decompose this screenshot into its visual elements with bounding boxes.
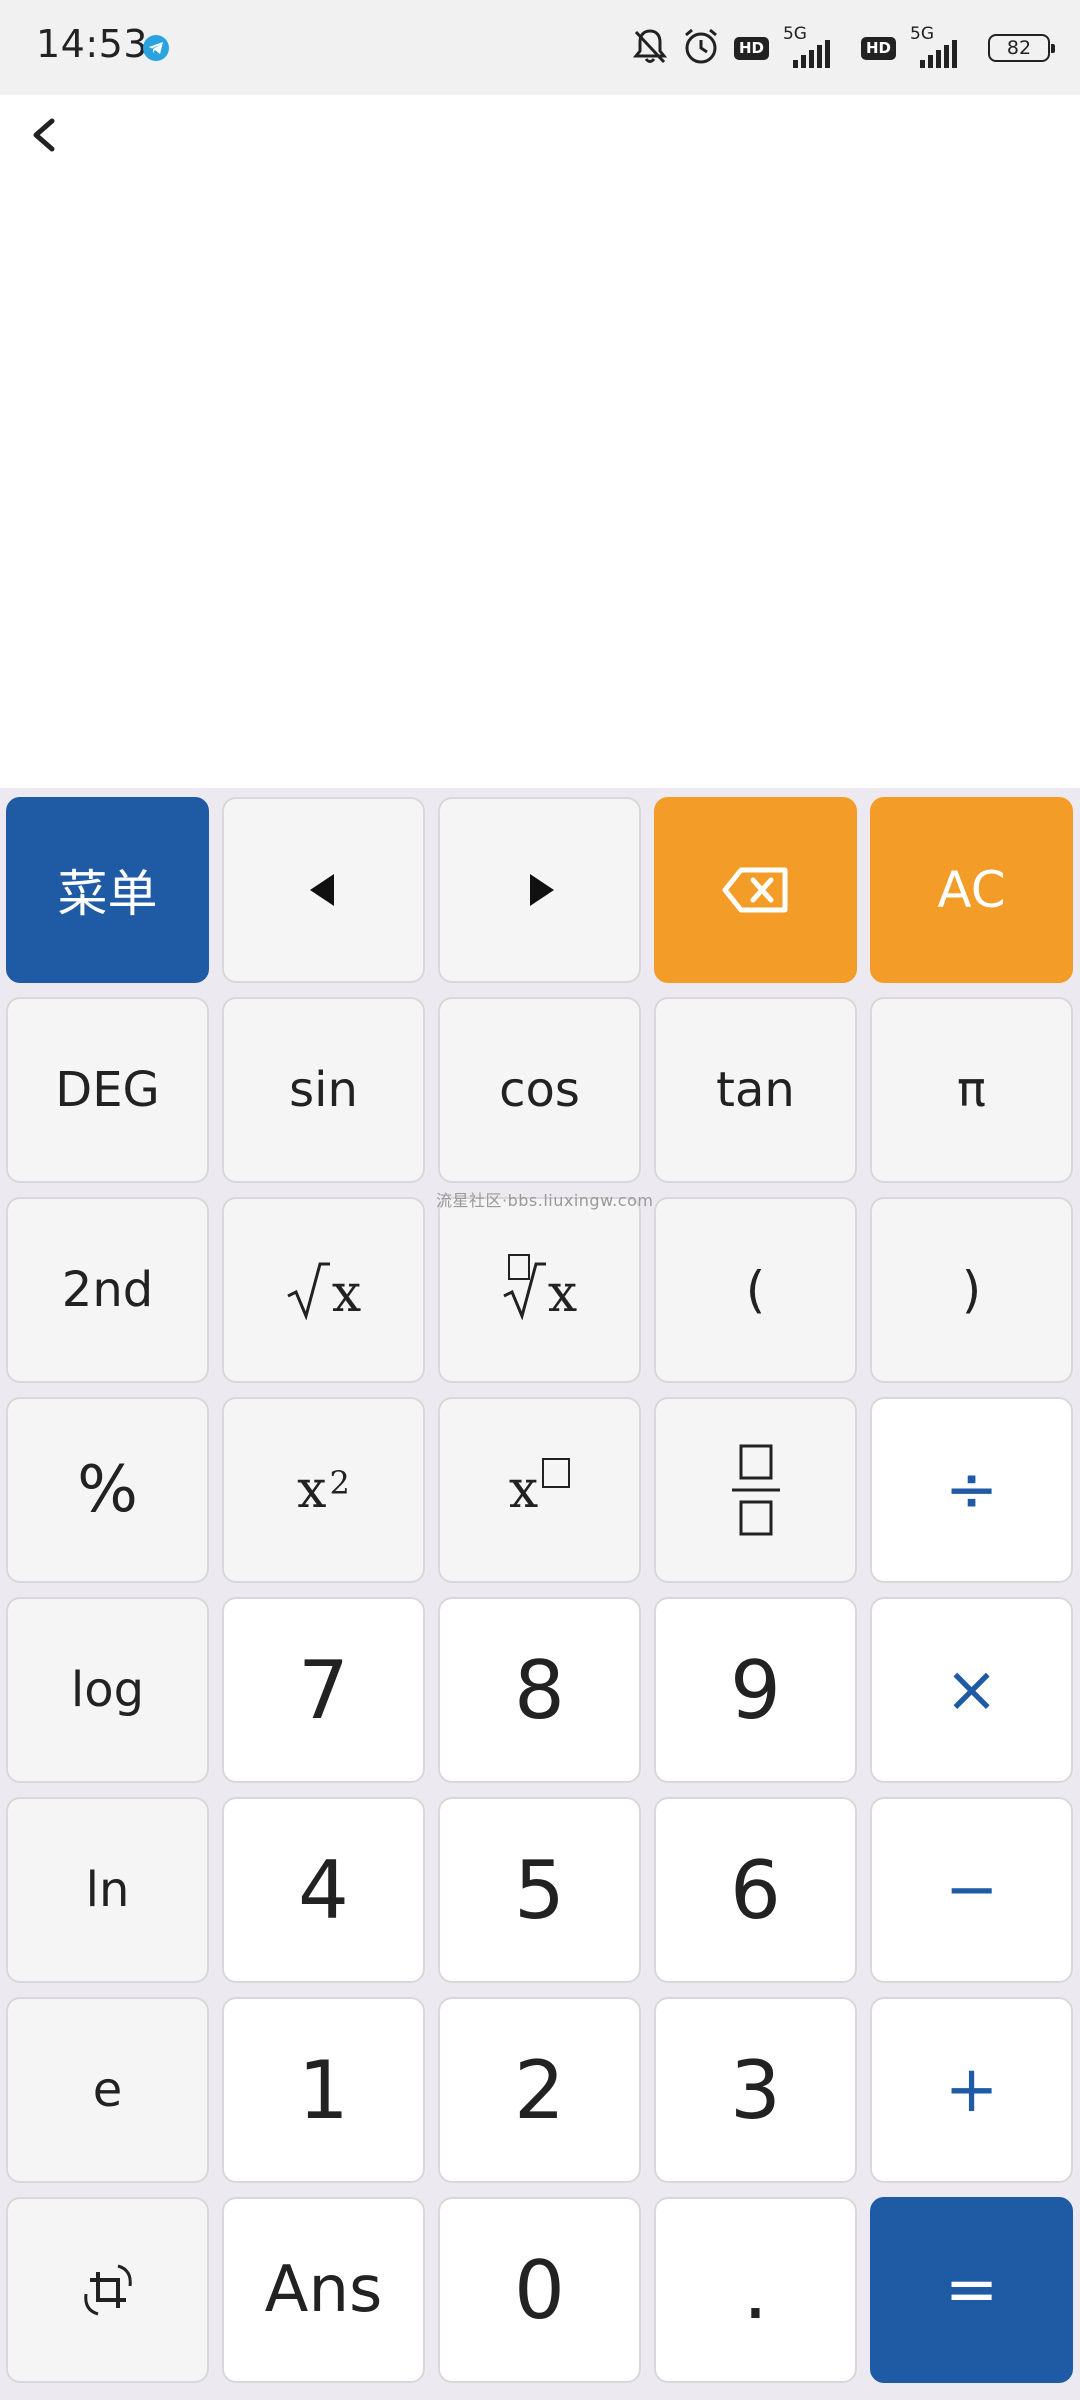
signal-5g-icon-1: 5G: [783, 24, 847, 70]
all-clear-button[interactable]: AC: [870, 797, 1073, 983]
x-power-icon: x: [509, 1458, 571, 1516]
calculator-display: [0, 95, 1080, 788]
digit-8-button[interactable]: 8: [438, 1597, 641, 1783]
cursor-right-button[interactable]: [438, 797, 641, 983]
second-label: 2nd: [61, 1262, 154, 1318]
digit-7-label: 7: [298, 1643, 349, 1737]
status-icons: HD 5G HD 5G 82: [632, 24, 1055, 70]
square-root-button[interactable]: x: [222, 1197, 425, 1383]
digit-0-label: 0: [514, 2243, 565, 2337]
plus-button[interactable]: +: [870, 1997, 1073, 2183]
minus-label: −: [944, 1853, 999, 1927]
percent-label: %: [77, 1453, 138, 1527]
nth-root-button[interactable]: x: [438, 1197, 641, 1383]
keypad: 菜单 AC DEG sin cos tan π 2nd x x () % x …: [0, 788, 1080, 2400]
euler-button[interactable]: e: [6, 1997, 209, 2183]
square-root-icon: x: [286, 1260, 361, 1320]
signal-5g-icon-2: 5G: [910, 24, 974, 70]
multiply-button[interactable]: ×: [870, 1597, 1073, 1783]
battery-level: 82: [1006, 37, 1032, 59]
back-button[interactable]: [16, 105, 72, 165]
decimal-label: .: [742, 2243, 769, 2337]
mute-bell-icon: [632, 26, 668, 70]
deg-button[interactable]: DEG: [6, 997, 209, 1183]
backspace-button[interactable]: [654, 797, 857, 983]
cursor-left-button[interactable]: [222, 797, 425, 983]
log-button[interactable]: log: [6, 1597, 209, 1783]
sin-button[interactable]: sin: [222, 997, 425, 1183]
percent-button[interactable]: %: [6, 1397, 209, 1583]
rotate-button[interactable]: [6, 2197, 209, 2383]
digit-4-button[interactable]: 4: [222, 1797, 425, 1983]
fraction-button[interactable]: [654, 1397, 857, 1583]
digit-5-label: 5: [514, 1843, 565, 1937]
digit-3-button[interactable]: 3: [654, 1997, 857, 2183]
chevron-left-icon: [33, 118, 55, 152]
tan-button[interactable]: tan: [654, 997, 857, 1183]
tan-label: tan: [716, 1062, 795, 1118]
status-bar: 14:53 HD 5G HD 5G 82: [0, 0, 1080, 95]
plus-label: +: [944, 2053, 999, 2127]
alarm-icon: [682, 26, 720, 70]
x-squared-icon: x 2: [297, 1460, 350, 1520]
digit-4-label: 4: [298, 1843, 349, 1937]
digit-7-button[interactable]: 7: [222, 1597, 425, 1783]
open-paren-button[interactable]: (: [654, 1197, 857, 1383]
ans-button[interactable]: Ans: [222, 2197, 425, 2383]
ac-label: AC: [937, 861, 1006, 919]
digit-8-label: 8: [514, 1643, 565, 1737]
cos-button[interactable]: cos: [438, 997, 641, 1183]
divide-label: ÷: [944, 1453, 999, 1527]
ln-button[interactable]: ln: [6, 1797, 209, 1983]
digit-5-button[interactable]: 5: [438, 1797, 641, 1983]
digit-3-label: 3: [730, 2043, 781, 2137]
fraction-icon: [731, 1444, 780, 1536]
digit-6-button[interactable]: 6: [654, 1797, 857, 1983]
open-paren-label: (: [745, 1261, 766, 1319]
triangle-left-icon: [309, 874, 334, 906]
square-button[interactable]: x 2: [222, 1397, 425, 1583]
digit-1-button[interactable]: 1: [222, 1997, 425, 2183]
minus-button[interactable]: −: [870, 1797, 1073, 1983]
hd-badge-1: HD: [733, 36, 769, 60]
log-label: log: [70, 1662, 145, 1718]
pi-button[interactable]: π: [870, 997, 1073, 1183]
deg-label: DEG: [55, 1062, 160, 1118]
status-time: 14:53: [36, 22, 149, 66]
equals-label: =: [944, 2253, 999, 2327]
ans-label: Ans: [264, 2253, 383, 2327]
decimal-button[interactable]: .: [654, 2197, 857, 2383]
divide-button[interactable]: ÷: [870, 1397, 1073, 1583]
digit-6-label: 6: [730, 1843, 781, 1937]
hd-badge-2: HD: [860, 36, 896, 60]
close-paren-label: ): [961, 1261, 982, 1319]
sin-label: sin: [289, 1062, 358, 1118]
second-function-button[interactable]: 2nd: [6, 1197, 209, 1383]
multiply-label: ×: [944, 1653, 999, 1727]
rotate-icon: [83, 2264, 132, 2316]
watermark-text: 流星社区·bbs.liuxingw.com: [436, 1191, 654, 1210]
digit-1-label: 1: [298, 2043, 349, 2137]
power-button[interactable]: x: [438, 1397, 641, 1583]
cos-label: cos: [499, 1062, 580, 1118]
backspace-icon: [722, 867, 787, 913]
nth-root-icon: x: [502, 1254, 577, 1320]
close-paren-button[interactable]: ): [870, 1197, 1073, 1383]
menu-label: 菜单: [57, 865, 158, 923]
equals-button[interactable]: =: [870, 2197, 1073, 2383]
digit-2-label: 2: [514, 2043, 565, 2137]
ln-label: ln: [85, 1862, 130, 1918]
pi-label: π: [957, 1062, 986, 1118]
euler-label: e: [92, 2062, 123, 2118]
telegram-icon: [143, 35, 169, 61]
digit-2-button[interactable]: 2: [438, 1997, 641, 2183]
digit-9-label: 9: [730, 1643, 781, 1737]
battery-icon: 82: [988, 34, 1055, 62]
triangle-right-icon: [529, 874, 554, 906]
menu-button[interactable]: 菜单: [6, 797, 209, 983]
digit-9-button[interactable]: 9: [654, 1597, 857, 1783]
digit-0-button[interactable]: 0: [438, 2197, 641, 2383]
